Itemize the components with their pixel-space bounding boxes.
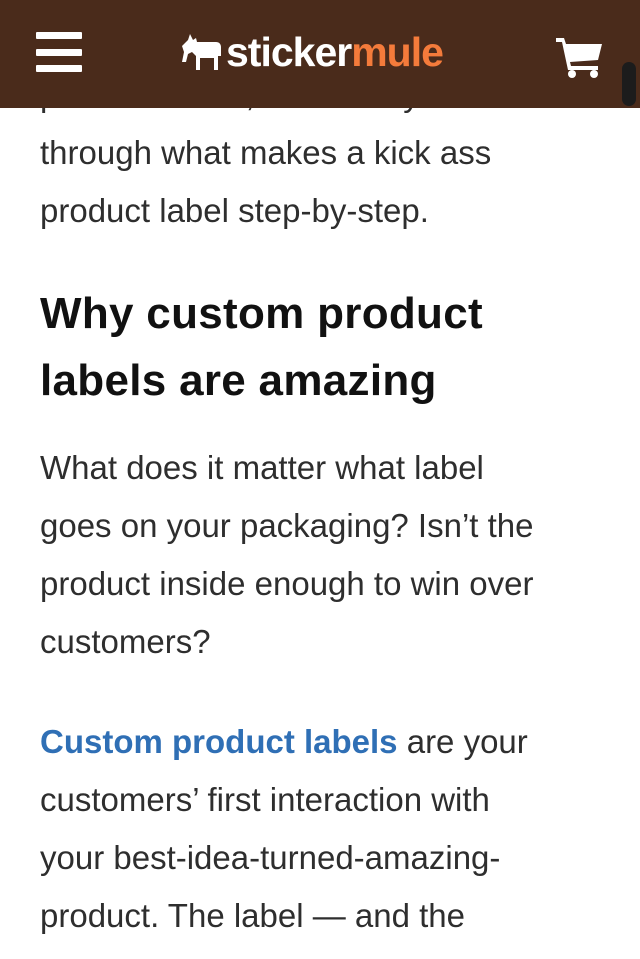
paragraph-1: What does it matter what label goes on y… (40, 439, 610, 671)
hamburger-menu-icon[interactable] (36, 32, 82, 72)
logo-text-sticker: sticker (226, 29, 352, 75)
paragraph-2: Custom product labels are your customers… (40, 713, 610, 945)
shopping-cart-icon[interactable] (556, 36, 604, 78)
para1-line-1: What does it matter what label (40, 449, 484, 486)
para2-line-1: Custom product labels are your (40, 713, 610, 771)
heading-line-2: labels are amazing (40, 356, 437, 405)
logo-text-mule: mule (351, 29, 444, 75)
para2-line-4: product. The label — and the (40, 897, 466, 934)
stickermule-logo[interactable]: sticker mule (178, 28, 444, 76)
top-nav-bar: sticker mule (0, 0, 640, 108)
para1-line-4: customers? (40, 623, 211, 660)
para1-line-3: product inside enough to win over (40, 565, 534, 602)
para2-line-3: your best-idea-turned-amazing- (40, 839, 501, 876)
para2-line-1-rest: are your (397, 723, 528, 760)
article-body: product labels, and walk you through wha… (40, 96, 610, 945)
para2-line-2: customers’ first interaction with (40, 781, 490, 818)
mule-icon (182, 34, 221, 70)
heading-line-1: Why custom product (40, 289, 483, 338)
intro-paragraph: through what makes a kick ass product la… (40, 124, 610, 240)
intro-line-1: through what makes a kick ass (40, 134, 492, 171)
intro-line-2: product label step-by-step. (40, 192, 429, 229)
section-heading: Why custom product labels are amazing (40, 280, 610, 414)
custom-product-labels-link[interactable]: Custom product labels (40, 723, 398, 760)
scrollbar-thumb[interactable] (622, 62, 636, 106)
para1-line-2: goes on your packaging? Isn’t the (40, 507, 534, 544)
page: stickermule product labels, and walk you… (0, 0, 640, 959)
